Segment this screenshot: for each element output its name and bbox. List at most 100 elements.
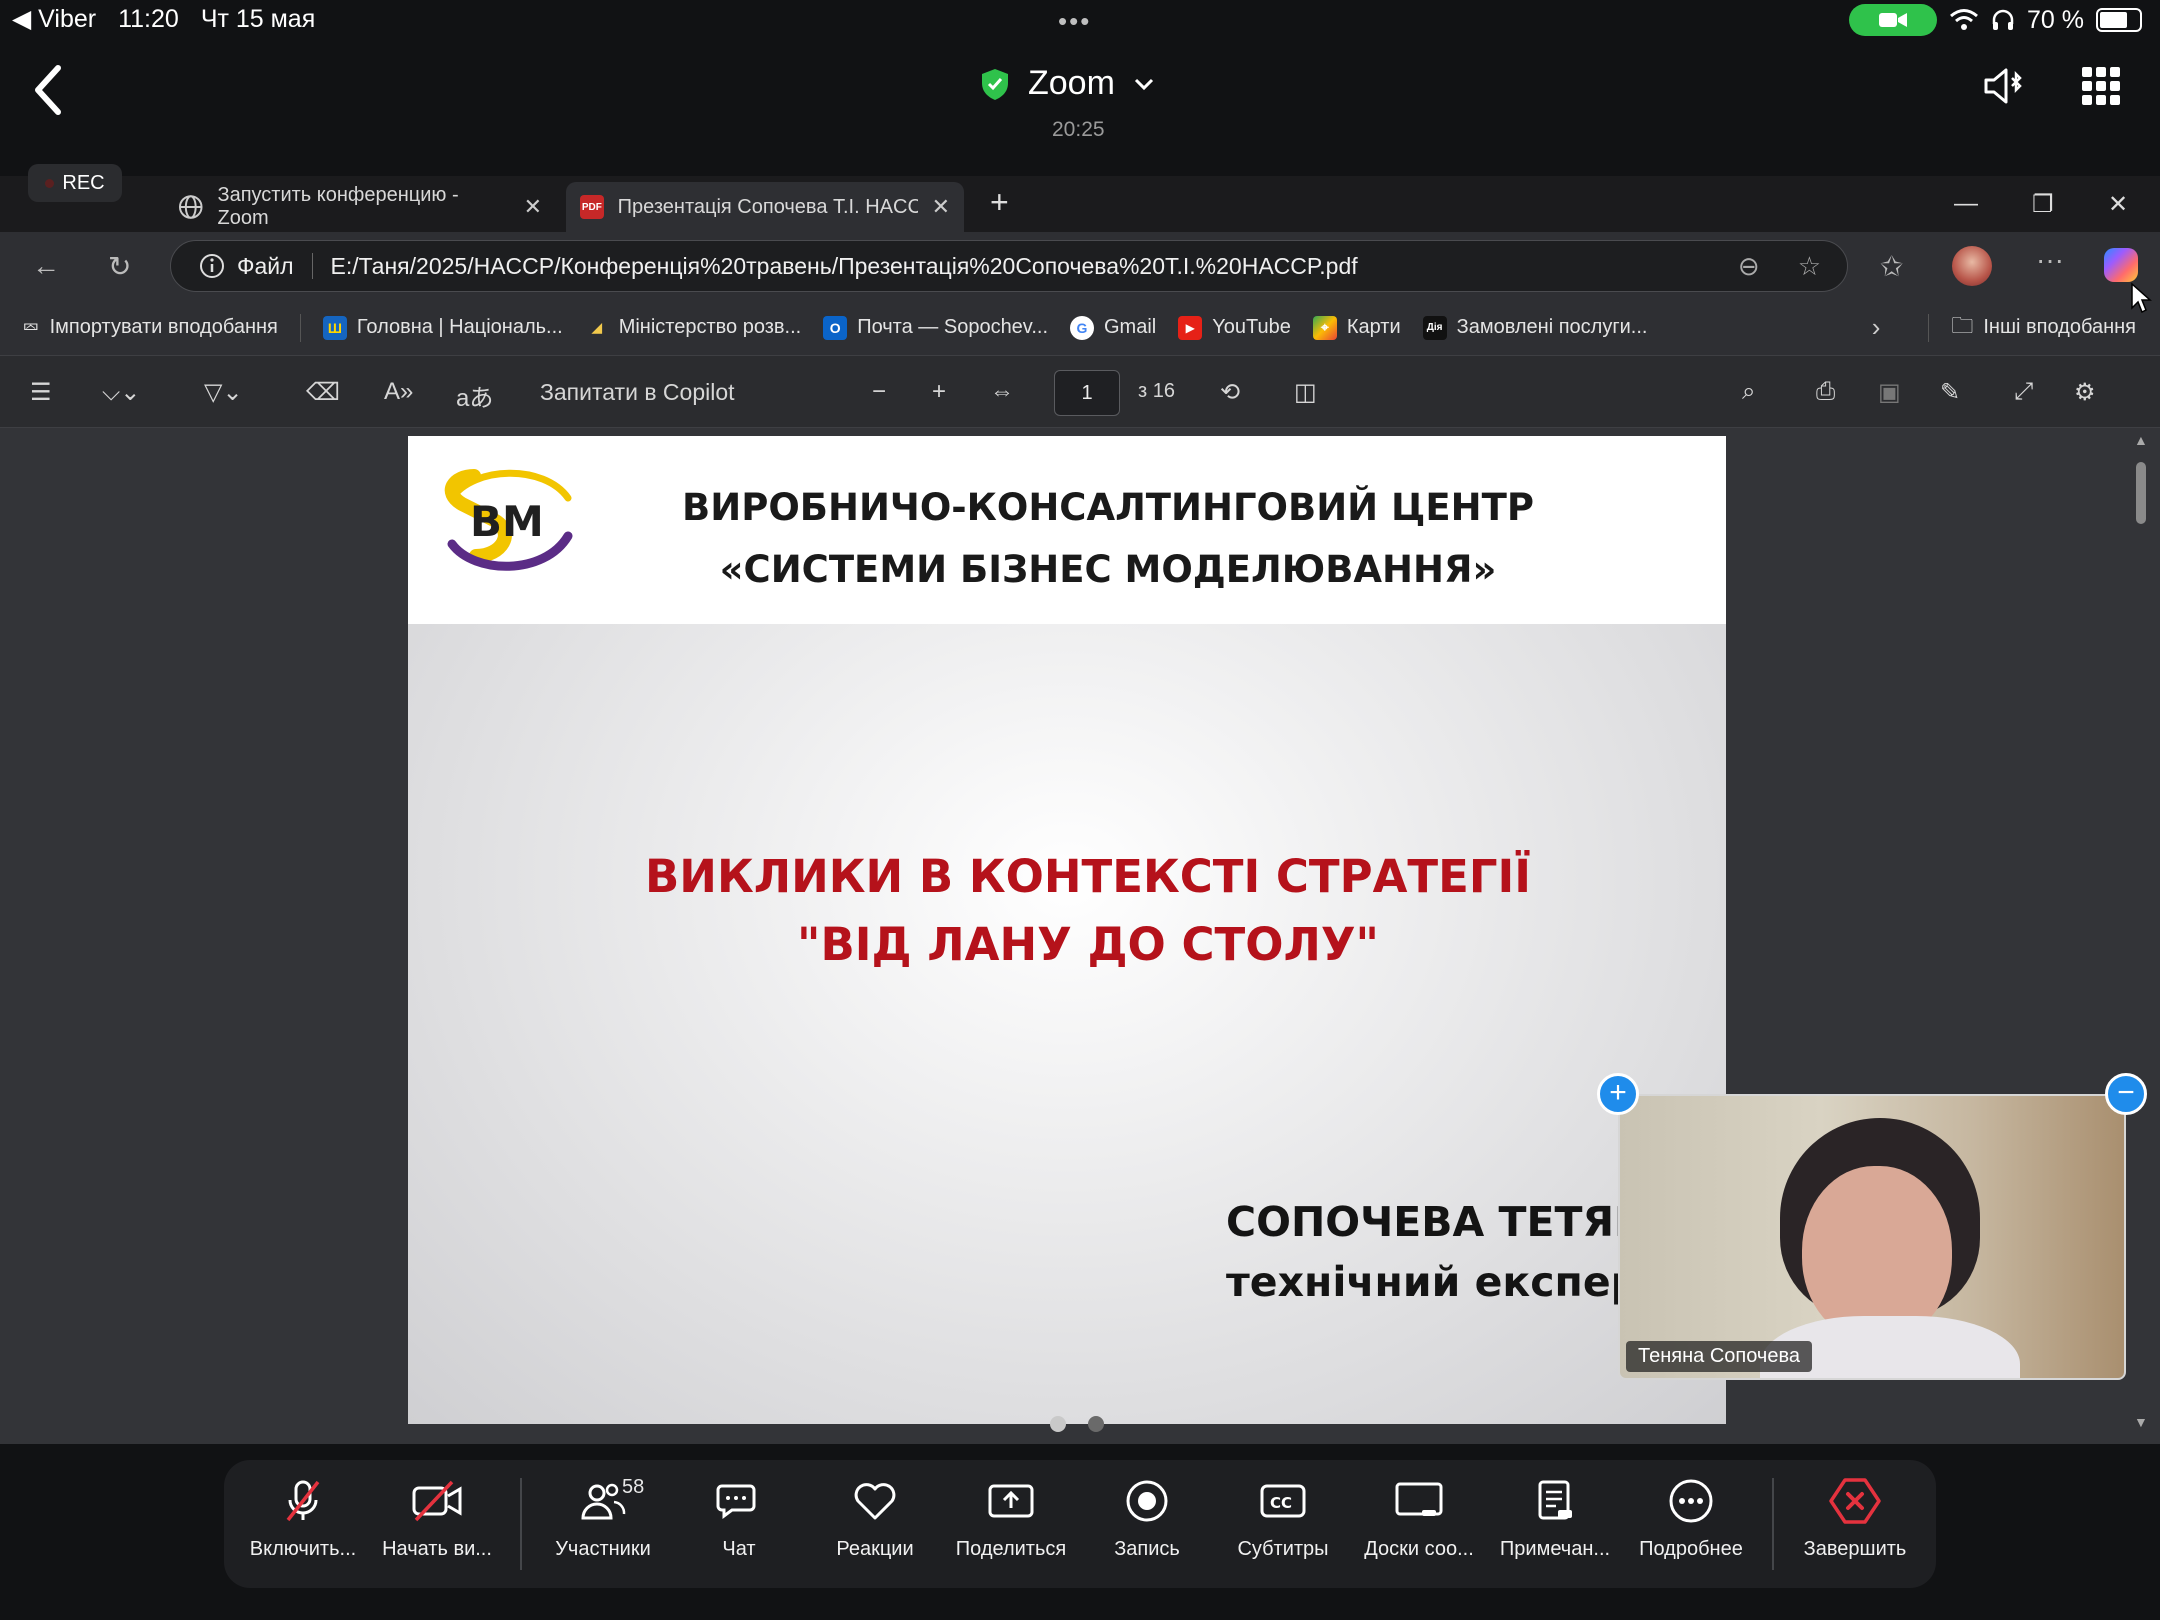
- minimize-icon[interactable]: —: [1954, 190, 1978, 218]
- participants-icon: [581, 1483, 626, 1520]
- heart-icon: [854, 1483, 896, 1520]
- notes-button[interactable]: Примечан...: [1490, 1476, 1620, 1576]
- bookmark-import[interactable]: ⮹ Імпортувати вподобання: [22, 315, 278, 341]
- favorite-star-icon[interactable]: ☆: [1798, 251, 1821, 282]
- back-to-app-link[interactable]: ◀ Viber: [12, 4, 96, 34]
- participants-button[interactable]: 58 Участники: [538, 1476, 668, 1576]
- screen-page-indicator[interactable]: [1050, 1416, 1104, 1432]
- whiteboards-button[interactable]: Доски соо...: [1354, 1476, 1484, 1576]
- bookmark-diia[interactable]: Дія Замовлені послуги...: [1422, 315, 1648, 340]
- scroll-up-icon[interactable]: ▲: [2134, 432, 2148, 448]
- read-aloud-icon[interactable]: A»: [384, 378, 413, 406]
- reactions-label: Реакции: [836, 1538, 914, 1560]
- participant-video-tile[interactable]: Теняна Сопочева: [1618, 1094, 2126, 1380]
- more-bookmarks-chevron-icon[interactable]: ›: [1872, 312, 1881, 343]
- bookmark-maps[interactable]: ⌖ Карти: [1312, 315, 1401, 340]
- whiteboard-icon: [1395, 1482, 1443, 1516]
- reactions-button[interactable]: Реакции: [810, 1476, 940, 1576]
- bookmark-outlook[interactable]: O Почта — Sopochev...: [823, 315, 1048, 340]
- save-icon[interactable]: ▣: [1878, 378, 1901, 407]
- tab-zoom[interactable]: Запустить конференцию - Zoom ✕: [164, 182, 556, 232]
- svg-text:CC: CC: [1270, 1494, 1292, 1512]
- import-icon: ⮹: [22, 314, 40, 340]
- refresh-icon[interactable]: ↻: [108, 250, 131, 283]
- bookmark-label: Почта — Sopochev...: [857, 316, 1048, 338]
- close-tab-icon[interactable]: ✕: [524, 194, 542, 220]
- chat-label: Чат: [722, 1538, 756, 1560]
- record-button[interactable]: Запись: [1082, 1476, 1212, 1576]
- back-button[interactable]: [28, 60, 68, 120]
- back-arrow-icon[interactable]: ←: [32, 250, 60, 282]
- zoom-out-icon[interactable]: ⊖: [1738, 251, 1760, 282]
- camera-icon: [1879, 13, 1908, 27]
- tab-label: Запустить конференцию - Zoom: [217, 184, 459, 229]
- search-icon[interactable]: ⌕: [1742, 378, 1755, 406]
- draw-icon[interactable]: ▽⌄: [204, 378, 243, 407]
- page-number-input[interactable]: 1: [1054, 370, 1120, 416]
- grid-view-icon[interactable]: [2082, 67, 2120, 105]
- rotate-icon[interactable]: ⟲: [1220, 378, 1240, 407]
- save-as-icon[interactable]: ✎: [1940, 378, 1960, 407]
- bookmark-label: YouTube: [1212, 316, 1291, 338]
- bookmark-youtube[interactable]: ▶ YouTube: [1178, 315, 1291, 340]
- close-tab-icon[interactable]: ✕: [932, 194, 950, 220]
- translate-icon[interactable]: aあ: [456, 378, 493, 413]
- mic-off-icon: [286, 1480, 320, 1522]
- speaker-bluetooth-icon[interactable]: [1982, 64, 2026, 108]
- tab-label: Презентація Сопочева Т.І. HACC: [617, 195, 918, 218]
- scroll-thumb[interactable]: [2136, 462, 2146, 524]
- eraser-icon[interactable]: ⌫: [306, 378, 340, 407]
- captions-button[interactable]: CC Субтитры: [1218, 1476, 1348, 1576]
- bookmark-ministry[interactable]: ◢ Міністерство розв...: [585, 316, 801, 340]
- zoom-in-button[interactable]: +: [932, 378, 946, 406]
- end-meeting-icon: [1829, 1478, 1881, 1524]
- bookmark-gmail[interactable]: G Gmail: [1070, 315, 1157, 340]
- tab-pdf[interactable]: PDF Презентація Сопочева Т.І. HACC ✕: [566, 182, 964, 232]
- print-icon[interactable]: ⎙: [1816, 378, 1835, 406]
- address-bar[interactable]: Файл E:/Таня/2025/HACCP/Конференція%20тр…: [170, 240, 1848, 292]
- unmute-button[interactable]: Включить...: [238, 1476, 368, 1576]
- profile-avatar[interactable]: [1952, 246, 1992, 286]
- share-button[interactable]: Поделиться: [946, 1476, 1076, 1576]
- chevron-down-icon: [1134, 78, 1153, 90]
- fullscreen-icon[interactable]: ⤢: [2014, 378, 2033, 406]
- zoom-out-button[interactable]: −: [872, 378, 886, 406]
- video-off-icon: [412, 1480, 462, 1522]
- more-button[interactable]: Подробнее: [1626, 1476, 1756, 1576]
- ios-status-bar: ◀ Viber 11:20 Чт 15 мая ••• 70 %: [0, 0, 2160, 40]
- participants-count: 58: [622, 1476, 645, 1498]
- new-tab-icon[interactable]: +: [990, 184, 1009, 221]
- bookmark-label: Замовлені послуги...: [1456, 316, 1648, 338]
- ask-copilot-button[interactable]: Запитати в Copilot: [540, 379, 735, 406]
- chat-button[interactable]: Чат: [674, 1476, 804, 1576]
- scroll-down-icon[interactable]: ▼: [2134, 1414, 2148, 1430]
- minimize-video-button[interactable]: −: [2105, 1073, 2147, 1115]
- contents-list-icon[interactable]: ☰: [30, 378, 52, 407]
- notes-icon: [1538, 1480, 1572, 1520]
- end-meeting-button[interactable]: Завершить: [1790, 1476, 1920, 1576]
- highlight-icon[interactable]: ⌵⌄: [102, 378, 140, 407]
- copilot-icon[interactable]: [2104, 248, 2138, 282]
- more-menu-icon[interactable]: ···: [2036, 244, 2064, 276]
- pdf-page: BM ВИРОБНИЧО-КОНСАЛТИНГОВИЙ ЦЕНТР «СИСТЕ…: [408, 436, 1726, 1424]
- meeting-title-dropdown[interactable]: Zoom: [980, 64, 1155, 103]
- start-video-label: Начать ви...: [382, 1538, 492, 1560]
- other-bookmarks-folder[interactable]: 🗀 Інші вподобання: [1951, 309, 2136, 347]
- fit-width-icon[interactable]: ⇔: [990, 378, 1014, 406]
- maps-icon: ⌖: [1312, 315, 1337, 340]
- multitasking-dots[interactable]: •••: [1058, 6, 1091, 37]
- start-video-button[interactable]: Начать ви...: [372, 1476, 502, 1576]
- more-dots-icon: [1669, 1479, 1713, 1523]
- close-window-icon[interactable]: ✕: [2108, 190, 2128, 219]
- restore-icon[interactable]: ❐: [2032, 190, 2054, 219]
- settings-gear-icon[interactable]: ⚙: [2074, 378, 2096, 407]
- favorites-icon[interactable]: ✩: [1880, 250, 1903, 283]
- bookmark-gov-portal[interactable]: Ш Головна | Національ...: [322, 315, 563, 340]
- page-view-icon[interactable]: ◫: [1294, 378, 1317, 407]
- pdf-scrollbar[interactable]: ▲ ▼: [2132, 428, 2150, 1444]
- expand-video-button[interactable]: +: [1597, 1073, 1639, 1115]
- more-label: Подробнее: [1639, 1538, 1743, 1560]
- slide-title-line2: "ВІД ЛАНУ ДО СТОЛУ": [797, 918, 1379, 971]
- bookmark-label: Головна | Національ...: [356, 316, 563, 338]
- bookmark-label: Gmail: [1104, 316, 1157, 338]
